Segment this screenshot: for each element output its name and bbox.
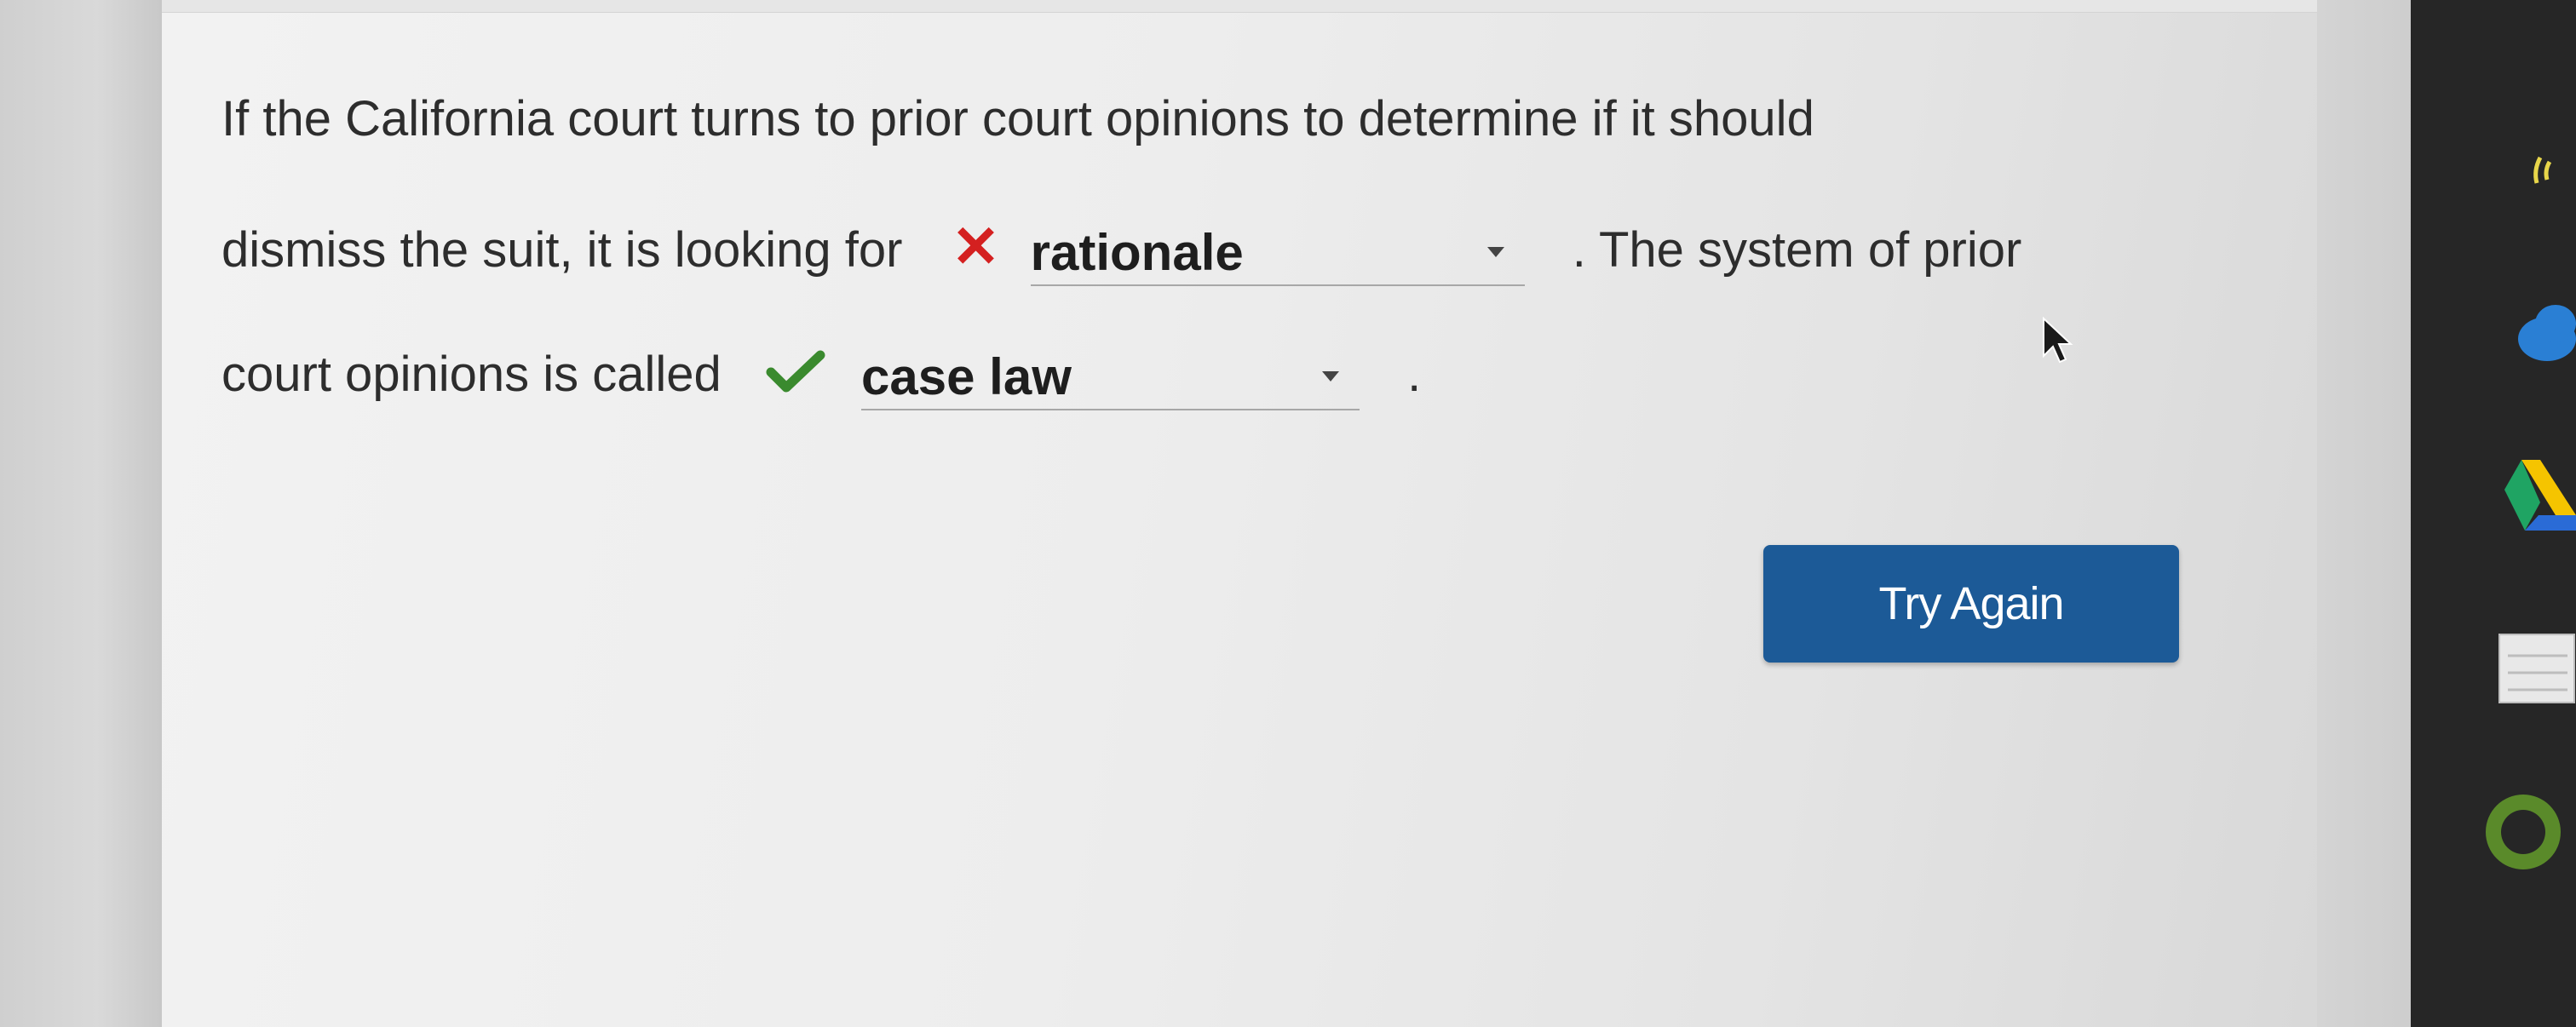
try-again-button[interactable]: Try Again bbox=[1763, 545, 2179, 663]
question-line-2-before: dismiss the suit, it is looking for bbox=[221, 222, 903, 278]
question-line-2-after: . The system of prior bbox=[1572, 222, 2022, 278]
question-line-1: If the California court turns to prior c… bbox=[221, 55, 1814, 183]
circle-app-icon[interactable] bbox=[2470, 779, 2576, 885]
notes-icon[interactable] bbox=[2491, 626, 2576, 711]
question-line-3: court opinions is called case law . bbox=[221, 311, 1421, 442]
app-dock bbox=[2411, 0, 2576, 1027]
chevron-down-icon bbox=[1322, 370, 1340, 382]
answer-dropdown-1-value: rationale bbox=[1030, 223, 1244, 281]
question-panel: If the California court turns to prior c… bbox=[162, 0, 2317, 1027]
chevron-down-icon bbox=[1486, 246, 1504, 257]
answer-dropdown-2[interactable]: case law bbox=[861, 346, 1360, 410]
wifi-icon[interactable] bbox=[2530, 149, 2576, 192]
question-line-3-before: court opinions is called bbox=[221, 347, 722, 402]
mouse-cursor-icon bbox=[2043, 316, 2073, 364]
answer-dropdown-1[interactable]: rationale bbox=[1030, 221, 1525, 286]
correct-check-icon bbox=[766, 314, 825, 442]
left-bezel bbox=[0, 0, 162, 1027]
question-line-2: dismiss the suit, it is looking for ✕ ra… bbox=[221, 183, 2021, 314]
answer-dropdown-2-value: case law bbox=[861, 347, 1072, 405]
panel-top-border bbox=[162, 0, 2317, 13]
incorrect-x-icon: ✕ bbox=[952, 215, 1001, 279]
cloud-icon[interactable] bbox=[2513, 298, 2576, 366]
question-line-1-text: If the California court turns to prior c… bbox=[221, 91, 1814, 146]
question-line-3-after: . bbox=[1407, 347, 1422, 402]
google-drive-icon[interactable] bbox=[2504, 456, 2576, 541]
